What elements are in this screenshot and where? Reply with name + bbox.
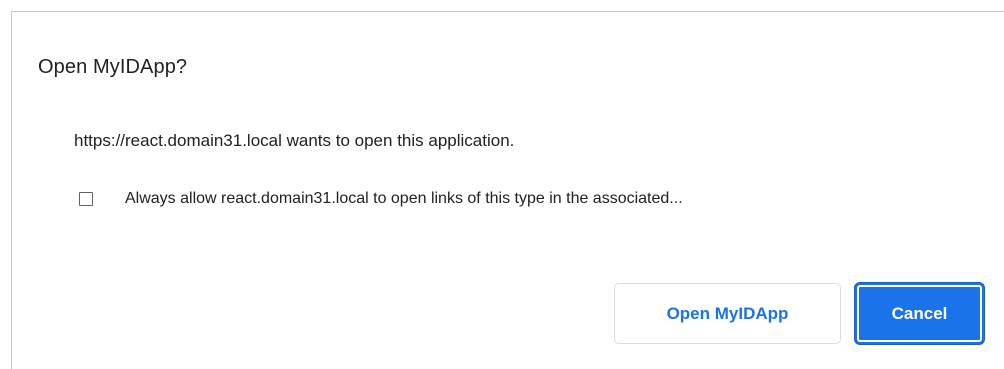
always-allow-label[interactable]: Always allow react.domain31.local to ope… — [125, 190, 683, 208]
open-app-dialog: Open MyIDApp? https://react.domain31.loc… — [11, 11, 1004, 369]
cancel-button[interactable]: Cancel — [855, 283, 984, 344]
always-allow-option[interactable]: Always allow react.domain31.local to ope… — [79, 188, 683, 210]
always-allow-checkbox[interactable] — [79, 192, 93, 206]
open-app-button[interactable]: Open MyIDApp — [614, 283, 841, 344]
dialog-title: Open MyIDApp? — [38, 56, 188, 78]
dialog-message: https://react.domain31.local wants to op… — [74, 131, 515, 150]
